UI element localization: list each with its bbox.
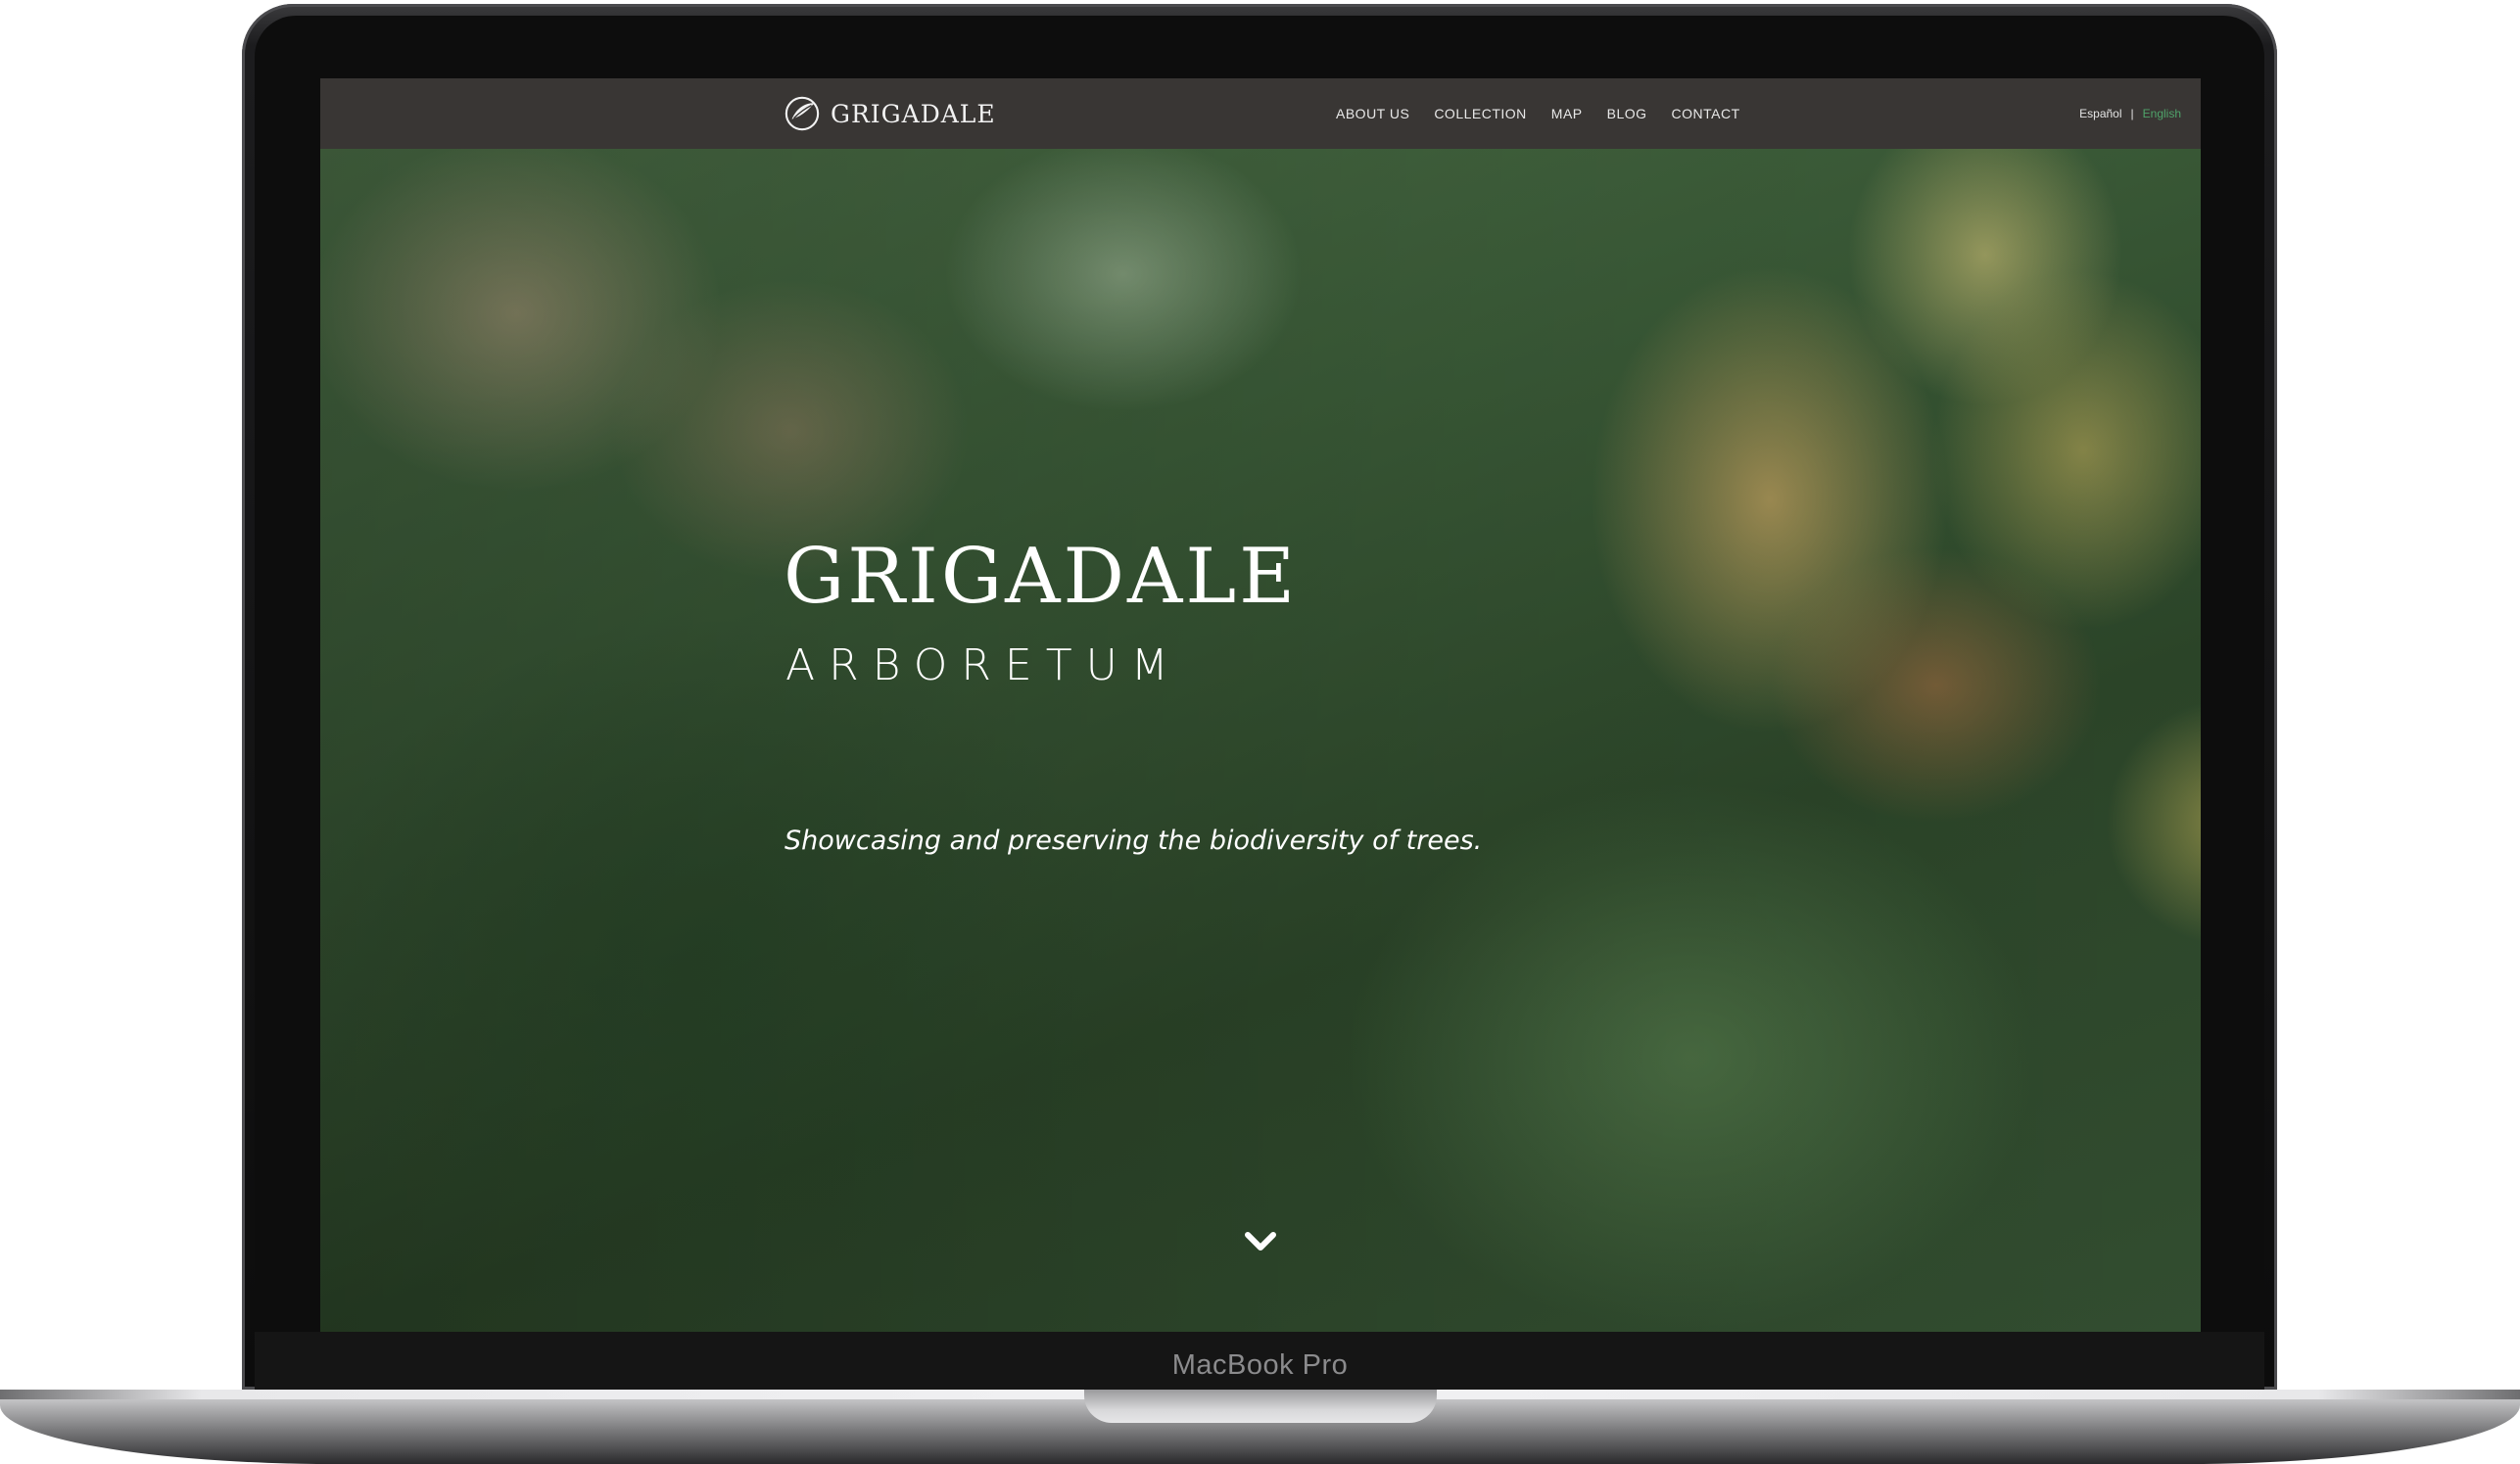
logo-leaf-icon bbox=[785, 96, 820, 131]
laptop-opening-notch bbox=[1084, 1390, 1437, 1423]
language-english-link[interactable]: English bbox=[2143, 107, 2181, 120]
hero-subtitle: ARBORETUM bbox=[785, 640, 1182, 690]
site-navbar: GRIGADALE ABOUT US COLLECTION MAP BLOG C… bbox=[320, 78, 2201, 149]
device-label: MacBook Pro bbox=[1171, 1349, 1349, 1381]
hero-overlay bbox=[320, 78, 2201, 1332]
hero-tagline: Showcasing and preserving the biodiversi… bbox=[785, 826, 1483, 856]
hero-title: GRIGADALE bbox=[784, 533, 1299, 621]
laptop-mockup: GRIGADALE ABOUT US COLLECTION MAP BLOG C… bbox=[0, 0, 2520, 1464]
site-logo[interactable]: GRIGADALE bbox=[784, 94, 996, 133]
nav-about-us[interactable]: ABOUT US bbox=[1336, 106, 1409, 121]
language-separator: | bbox=[2130, 107, 2134, 120]
website-screen: GRIGADALE ABOUT US COLLECTION MAP BLOG C… bbox=[320, 78, 2201, 1332]
language-switcher: Español | English bbox=[2079, 78, 2181, 149]
nav-blog[interactable]: BLOG bbox=[1607, 106, 1647, 121]
nav-contact[interactable]: CONTACT bbox=[1672, 106, 1740, 121]
logo-text: GRIGADALE bbox=[831, 99, 996, 128]
main-navigation: ABOUT US COLLECTION MAP BLOG CONTACT bbox=[1336, 78, 1765, 149]
nav-collection[interactable]: COLLECTION bbox=[1434, 106, 1526, 121]
chevron-down-icon[interactable] bbox=[1243, 1229, 1278, 1254]
language-spanish-link[interactable]: Español bbox=[2079, 107, 2121, 120]
nav-map[interactable]: MAP bbox=[1551, 106, 1583, 121]
